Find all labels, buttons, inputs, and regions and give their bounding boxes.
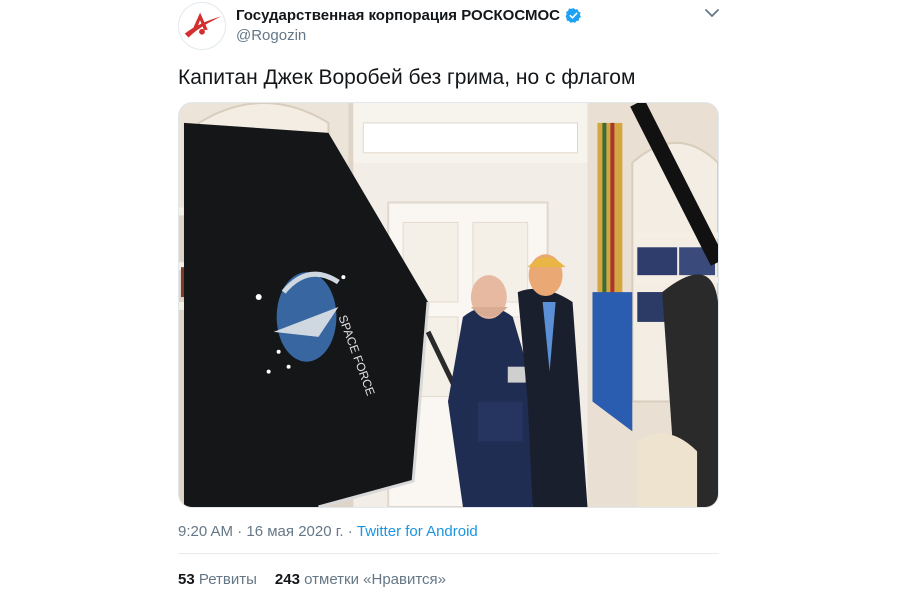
- tweet-card: Государственная корпорация РОСКОСМОС @Ro…: [0, 0, 900, 600]
- author-avatar[interactable]: [178, 2, 226, 50]
- author-name-row: Государственная корпорация РОСКОСМОС: [236, 7, 582, 24]
- roscosmos-logo-icon: [179, 3, 225, 49]
- retweets-stat[interactable]: 53 Ретвиты: [178, 571, 257, 588]
- author-handle[interactable]: @Rogozin: [236, 27, 306, 44]
- author-display-name[interactable]: Государственная корпорация РОСКОСМОС: [236, 7, 560, 24]
- likes-label: отметки «Нравится»: [304, 571, 447, 588]
- tweet-stats: 53 Ретвиты 243 отметки «Нравится»: [178, 571, 446, 588]
- chevron-down-icon[interactable]: [704, 7, 720, 19]
- tweet-date[interactable]: 16 мая 2020 г.: [246, 523, 343, 540]
- likes-stat[interactable]: 243 отметки «Нравится»: [275, 571, 446, 588]
- tweet-text: Капитан Джек Воробей без грима, но с фла…: [178, 66, 636, 89]
- verified-badge-icon: [565, 8, 581, 23]
- tweet-photo[interactable]: SPACE FORCE: [178, 102, 719, 508]
- retweets-label: Ретвиты: [198, 571, 257, 588]
- meta-separator: ·: [233, 523, 247, 540]
- likes-count: 243: [274, 571, 300, 588]
- divider: [178, 553, 719, 554]
- photo-illustration: SPACE FORCE: [179, 103, 718, 507]
- tweet-time[interactable]: 9:20 AM: [178, 523, 233, 540]
- tweet-source-link[interactable]: Twitter for Android: [357, 523, 478, 540]
- tweet-meta: 9:20 AM · 16 мая 2020 г. · Twitter for A…: [178, 523, 478, 540]
- retweets-count: 53: [178, 571, 195, 588]
- meta-separator-2: ·: [343, 523, 357, 540]
